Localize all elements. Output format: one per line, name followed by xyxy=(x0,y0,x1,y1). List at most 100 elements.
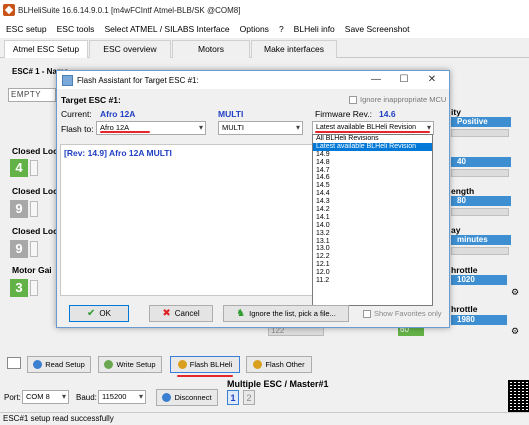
tab-motors[interactable]: Motors xyxy=(172,40,250,58)
port-select[interactable]: COM 8 xyxy=(22,390,69,404)
read-icon xyxy=(33,360,43,369)
window-titlebar: BLHeliSuite 16.6.14.9.0.1 [m4wFCIntf Atm… xyxy=(0,0,529,20)
revision-item[interactable]: 11.2 xyxy=(313,277,432,285)
revision-item[interactable]: 12.1 xyxy=(313,261,432,269)
read-setup-button[interactable]: Read Setup xyxy=(27,356,91,373)
revision-list[interactable]: All BLHeli Revisions Latest available BL… xyxy=(312,134,433,306)
beep-strength-slider[interactable] xyxy=(451,208,509,216)
revision-item[interactable]: 13.1 xyxy=(313,238,432,246)
flash-blheli-button[interactable]: Flash BLHeli xyxy=(170,356,240,373)
red-underline-flash xyxy=(177,375,233,377)
tab-make-interfaces[interactable]: Make interfaces xyxy=(251,40,337,58)
flash-icon xyxy=(177,360,187,369)
closed-loop-label-3: Closed Loo xyxy=(12,226,59,236)
revision-item[interactable]: 13.0 xyxy=(313,245,432,253)
beep-strength-label: ength xyxy=(451,186,475,196)
beacon-delay-label: ay xyxy=(451,225,461,235)
revision-item[interactable]: 14.0 xyxy=(313,222,432,230)
menu-save-screenshot[interactable]: Save Screenshot xyxy=(345,24,410,34)
ignore-mcu-label: Ignore inappropriate MCU xyxy=(360,95,447,104)
esc-2-button[interactable]: 2 xyxy=(243,390,255,405)
ok-label: OK xyxy=(99,309,111,318)
motor-gain-label: Motor Gai xyxy=(12,265,52,275)
revision-item[interactable]: 14.8 xyxy=(313,159,432,167)
rotation-value: Positive xyxy=(451,117,511,127)
write-setup-button[interactable]: Write Setup xyxy=(98,356,162,373)
ignore-list-label: Ignore the list, pick a file... xyxy=(249,309,336,318)
revision-item[interactable]: 14.6 xyxy=(313,174,432,182)
menu-help[interactable]: ? xyxy=(279,24,284,34)
revision-item[interactable]: All BLHeli Revisions xyxy=(313,135,432,143)
maximize-icon[interactable]: ☐ xyxy=(391,71,417,89)
menu-select-interface[interactable]: Select ATMEL / SILABS Interface xyxy=(104,24,229,34)
closed-loop-spinner-3[interactable] xyxy=(30,241,38,257)
closed-loop-spinner-1[interactable] xyxy=(30,160,38,176)
flash-assistant-dialog: Flash Assistant for Target ESC #1: — ☐ ✕… xyxy=(56,70,450,328)
port-label: Port: xyxy=(4,393,21,402)
revision-item[interactable]: 12.2 xyxy=(313,253,432,261)
baud-select[interactable]: 115200 xyxy=(98,390,146,404)
esc-1-button[interactable]: 1 xyxy=(227,390,239,405)
revision-item[interactable]: 14.9 xyxy=(313,151,432,159)
window-title: BLHeliSuite 16.6.14.9.0.1 [m4wFCIntf Atm… xyxy=(18,5,241,15)
disconnect-button[interactable]: Disconnect xyxy=(156,389,218,406)
motor-gain-spinner[interactable] xyxy=(30,280,38,296)
current-label: Current: xyxy=(61,109,92,119)
closed-loop-label-2: Closed Loo xyxy=(12,186,59,196)
menu-blheli-info[interactable]: BLHeli info xyxy=(294,24,335,34)
revision-item[interactable]: 13.2 xyxy=(313,230,432,238)
dialog-title: Flash Assistant for Target ESC #1: xyxy=(77,75,199,85)
revision-item[interactable]: 14.5 xyxy=(313,182,432,190)
revision-item[interactable]: 14.1 xyxy=(313,214,432,222)
red-underline-flash-to xyxy=(100,131,150,133)
firmware-rev-label: Firmware Rev.: xyxy=(315,109,372,119)
revision-item[interactable]: 14.4 xyxy=(313,190,432,198)
tab-esc-overview[interactable]: ESC overview xyxy=(89,40,171,58)
reset-icon-2[interactable]: ⚙ xyxy=(511,326,519,337)
app-icon xyxy=(3,4,15,16)
show-favorites-checkbox[interactable] xyxy=(363,310,371,318)
revision-item[interactable]: 14.3 xyxy=(313,198,432,206)
tab-atmel-esc-setup[interactable]: Atmel ESC Setup xyxy=(4,40,88,59)
pwm-slider[interactable] xyxy=(451,169,509,177)
revision-item-selected[interactable]: Latest available BLHeli Revision xyxy=(313,142,432,151)
closed-loop-label-1: Closed Loo xyxy=(12,146,59,156)
closed-loop-spinner-2[interactable] xyxy=(30,201,38,217)
dialog-titlebar: Flash Assistant for Target ESC #1: — ☐ ✕ xyxy=(57,71,449,89)
rotation-slider[interactable] xyxy=(451,129,509,137)
esc-name-field[interactable]: EMPTY xyxy=(8,88,56,102)
beacon-delay-slider[interactable] xyxy=(451,247,509,255)
runner-icon: ♞ xyxy=(236,308,246,319)
minimize-icon[interactable]: — xyxy=(363,71,389,89)
check-icon: ✔ xyxy=(87,308,96,319)
show-favorites-label: Show Favorites only xyxy=(374,309,442,318)
ignore-mcu-checkbox[interactable] xyxy=(349,96,357,104)
panel-toggle-icon[interactable] xyxy=(7,357,21,369)
ignore-list-button[interactable]: ♞ Ignore the list, pick a file... xyxy=(223,305,349,322)
menu-esc-tools[interactable]: ESC tools xyxy=(57,24,95,34)
beacon-delay-value: minutes xyxy=(451,235,511,245)
motor-gain-value: 3 xyxy=(10,279,28,297)
pwm-value: 40 xyxy=(451,157,511,167)
closed-loop-value-3: 9 xyxy=(10,240,28,258)
menu-esc-setup[interactable]: ESC setup xyxy=(6,24,47,34)
qr-watermark xyxy=(508,380,529,412)
close-icon[interactable]: ✕ xyxy=(419,71,445,89)
flash-other-icon xyxy=(253,360,263,369)
max-throttle-value: 1980 xyxy=(451,315,507,325)
reset-icon[interactable]: ⚙ xyxy=(511,287,519,298)
current-esc-value: Afro 12A xyxy=(100,109,136,119)
cross-icon: ✖ xyxy=(162,308,171,319)
revision-item[interactable]: 14.2 xyxy=(313,206,432,214)
closed-loop-value-1: 4 xyxy=(10,159,28,177)
flash-other-button[interactable]: Flash Other xyxy=(246,356,312,373)
menu-options[interactable]: Options xyxy=(240,24,269,34)
revision-item[interactable]: 12.0 xyxy=(313,269,432,277)
ok-button[interactable]: ✔ OK xyxy=(69,305,129,322)
cancel-button[interactable]: ✖ Cancel xyxy=(149,305,213,322)
beep-strength-value: 80 xyxy=(451,196,511,206)
flash-info-line: [Rev: 14.9] Afro 12A MULTI xyxy=(64,148,172,158)
revision-item[interactable]: 14.7 xyxy=(313,167,432,175)
menu-bar: ESC setup ESC tools Select ATMEL / SILAB… xyxy=(0,20,529,38)
flash-mode-select[interactable]: MULTI xyxy=(218,121,303,135)
